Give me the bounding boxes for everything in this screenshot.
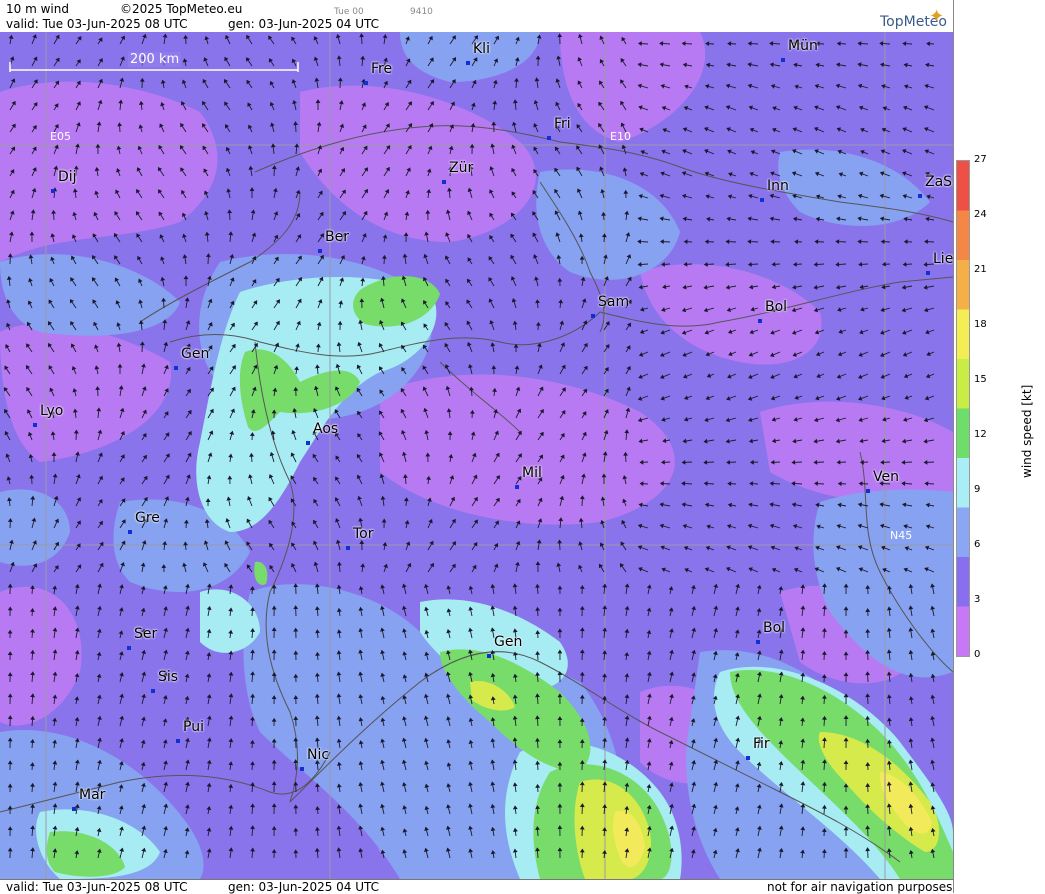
- city-label: Gen: [494, 634, 522, 650]
- grid-label-lon-east: E10: [610, 130, 631, 143]
- grid-label-lat: N45: [890, 529, 912, 542]
- city-label: Lyo: [40, 403, 63, 419]
- wind-speed-legend: 0 3 6 9 12 15 18 21 24 27 wind speed [kt]: [953, 0, 1045, 893]
- legend-tick-label: 18: [974, 319, 987, 330]
- legend-tick-label: 3: [974, 594, 980, 605]
- city-label: Mil: [522, 465, 542, 481]
- city-marker[interactable]: Gen: [174, 350, 209, 370]
- city-label: Mün: [788, 38, 818, 54]
- city-label: Bol: [765, 299, 787, 315]
- legend-tick-label: 15: [974, 374, 987, 385]
- legend-title: wind speed [kt]: [1020, 385, 1034, 478]
- legend-tick-label: 12: [974, 429, 987, 440]
- city-label: Gre: [135, 510, 160, 526]
- city-marker[interactable]: Aos: [306, 425, 338, 445]
- city-marker[interactable]: Fre: [364, 65, 392, 85]
- footer-generated-time: gen: 03-Jun-2025 04 UTC: [228, 880, 379, 894]
- city-label: Tor: [353, 526, 374, 542]
- city-marker[interactable]: Mün: [781, 42, 818, 62]
- city-marker[interactable]: Ber: [318, 233, 349, 253]
- footer-valid-time: valid: Tue 03-Jun-2025 08 UTC: [6, 880, 187, 894]
- footer-disclaimer: not for air navigation purposes: [767, 880, 952, 894]
- city-marker[interactable]: Kli: [466, 45, 490, 65]
- wind-map[interactable]: 200 km E05 E10 N45 Kli Mün Fre Fri Dij Z…: [0, 32, 953, 879]
- run-code: 9410: [410, 5, 433, 19]
- city-marker[interactable]: Gre: [128, 514, 160, 534]
- city-marker[interactable]: Fir: [746, 740, 770, 760]
- product-title: 10 m wind: [6, 2, 69, 16]
- city-label: Fri: [554, 116, 571, 132]
- city-label: Sis: [158, 669, 178, 685]
- city-marker[interactable]: Mar: [72, 791, 105, 811]
- city-label: Fir: [753, 736, 770, 752]
- city-marker[interactable]: Zür: [442, 164, 473, 184]
- scale-label: 200 km: [128, 52, 181, 67]
- valid-time: valid: Tue 03-Jun-2025 08 UTC: [6, 17, 187, 31]
- city-label: Nic: [307, 747, 329, 763]
- city-label: Ser: [134, 626, 157, 642]
- legend-tick-label: 9: [974, 484, 980, 495]
- city-marker[interactable]: Inn: [760, 182, 789, 202]
- city-marker[interactable]: Dij: [51, 173, 77, 193]
- city-label: Sam: [598, 294, 629, 310]
- city-label: Inn: [767, 178, 789, 194]
- city-marker[interactable]: Tor: [346, 530, 374, 550]
- city-label: Bol: [763, 620, 785, 636]
- legend-tick-label: 21: [974, 264, 987, 275]
- city-label: ZaS: [925, 174, 952, 190]
- city-label: Lie: [933, 251, 953, 267]
- city-marker[interactable]: Pui: [176, 723, 204, 743]
- city-marker[interactable]: Lyo: [33, 407, 63, 427]
- weather-map-page: 10 m wind ©2025 TopMeteo.eu Tue 00 9410 …: [0, 0, 1045, 893]
- footer-bar: valid: Tue 03-Jun-2025 08 UTC gen: 03-Ju…: [0, 879, 1045, 894]
- city-marker[interactable]: Bol: [756, 624, 785, 644]
- copyright: ©2025 TopMeteo.eu: [120, 2, 242, 16]
- city-marker[interactable]: Nic: [300, 751, 329, 771]
- city-label: Gen: [181, 346, 209, 362]
- city-marker[interactable]: ZaS: [918, 178, 952, 198]
- wind-field-svg: [0, 32, 953, 879]
- city-marker[interactable]: Sis: [151, 673, 178, 693]
- compass-star-icon: ✦: [929, 6, 944, 27]
- city-label: Zür: [449, 160, 473, 176]
- city-label: Kli: [473, 41, 490, 57]
- city-marker[interactable]: Ven: [866, 473, 899, 493]
- legend-tick-label: 0: [974, 649, 980, 660]
- city-label: Pui: [183, 719, 204, 735]
- city-label: Ber: [325, 229, 349, 245]
- city-marker[interactable]: Gen: [487, 638, 522, 658]
- city-marker[interactable]: Mil: [515, 469, 542, 489]
- city-marker[interactable]: Sam: [591, 298, 629, 318]
- legend-colorbar: [956, 160, 970, 657]
- city-marker[interactable]: Fri: [547, 120, 571, 140]
- generated-time: gen: 03-Jun-2025 04 UTC: [228, 17, 379, 31]
- city-label: Ven: [873, 469, 899, 485]
- city-label: Fre: [371, 61, 392, 77]
- city-marker[interactable]: Lie: [926, 255, 953, 275]
- legend-tick-label: 24: [974, 209, 987, 220]
- legend-tick-label: 6: [974, 539, 980, 550]
- city-label: Dij: [58, 169, 77, 185]
- city-marker[interactable]: Bol: [758, 303, 787, 323]
- city-label: Mar: [79, 787, 105, 803]
- legend-tick-label: 27: [974, 154, 987, 165]
- grid-label-lon-west: E05: [50, 130, 71, 143]
- city-marker[interactable]: Ser: [127, 630, 157, 650]
- city-label: Aos: [313, 421, 338, 437]
